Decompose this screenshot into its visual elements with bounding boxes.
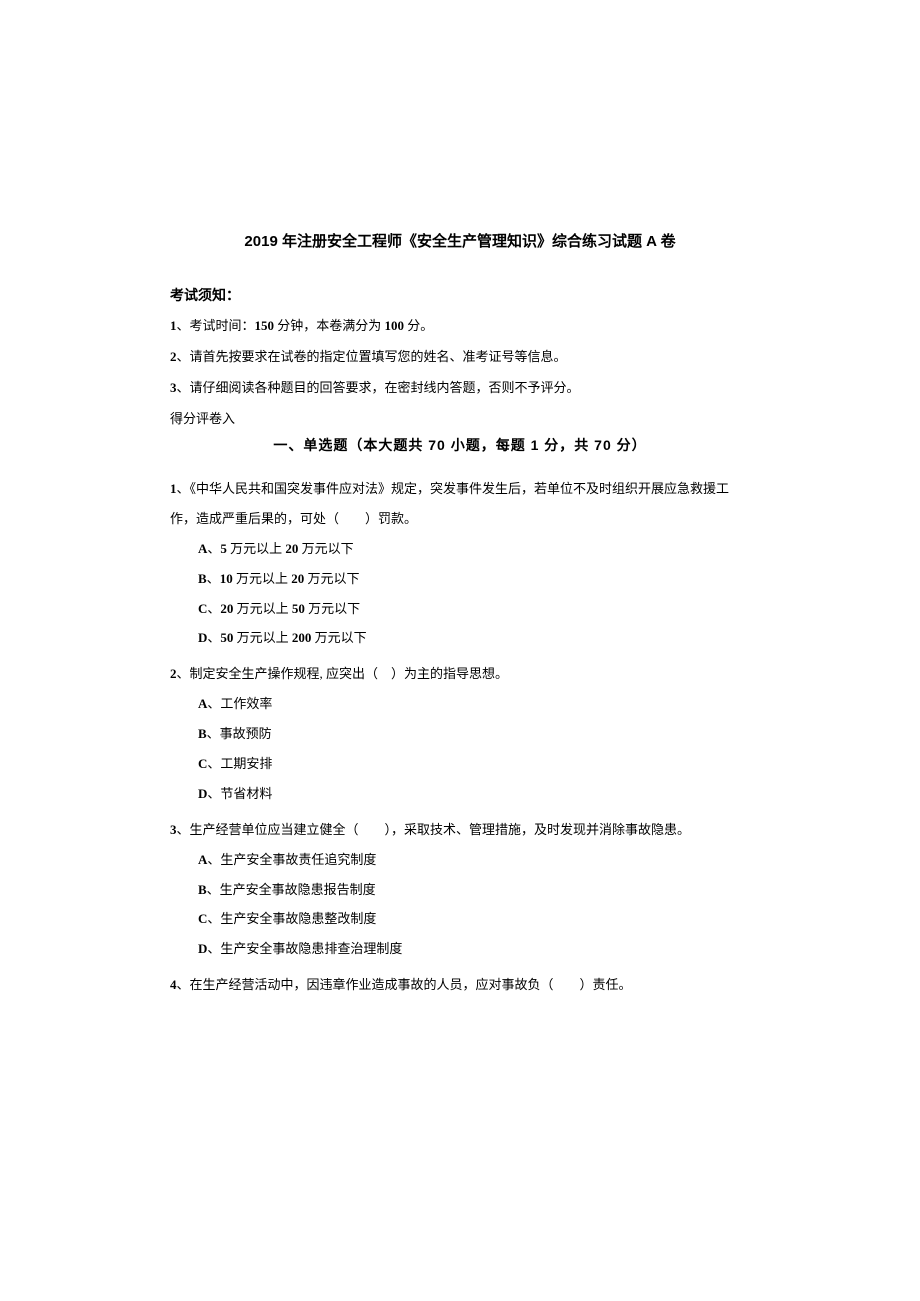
notice-rest2: 分。 xyxy=(404,318,433,333)
option-bold: 50 xyxy=(220,630,233,645)
option-rest: 万元以上 xyxy=(233,601,292,616)
notice-item-2: 2、请首先按要求在试卷的指定位置填写您的姓名、准考证号等信息。 xyxy=(170,347,750,368)
question-text: 3、生产经营单位应当建立健全（ ），采取技术、管理措施，及时发现并消除事故隐患。 xyxy=(170,815,750,845)
option-letter: B xyxy=(198,726,207,741)
question-body: 、在生产经营活动中，因违章作业造成事故的人员，应对事故负（ ）责任。 xyxy=(177,977,632,992)
question-text: 1、《中华人民共和国突发事件应对法》规定，突发事件发生后，若单位不及时组织开展应… xyxy=(170,474,750,534)
option-letter: B xyxy=(198,882,207,897)
option-text: 、工期安排 xyxy=(207,756,272,771)
question-3: 3、生产经营单位应当建立健全（ ），采取技术、管理措施，及时发现并消除事故隐患。… xyxy=(170,815,750,964)
question-text: 4、在生产经营活动中，因违章作业造成事故的人员，应对事故负（ ）责任。 xyxy=(170,970,750,1000)
option-b: B、事故预防 xyxy=(170,719,750,749)
option-sep: 、 xyxy=(207,601,220,616)
option-rest2: 万元以下 xyxy=(298,541,353,556)
option-b: B、生产安全事故隐患报告制度 xyxy=(170,875,750,905)
notice-bold: 150 xyxy=(255,318,275,333)
option-d: D、节省材料 xyxy=(170,779,750,809)
option-letter: B xyxy=(198,571,207,586)
option-a: A、工作效率 xyxy=(170,689,750,719)
option-bold2: 20 xyxy=(285,541,298,556)
option-d: D、50 万元以上 200 万元以下 xyxy=(170,623,750,653)
option-sep: 、 xyxy=(207,541,220,556)
notice-text: 、请首先按要求在试卷的指定位置填写您的姓名、准考证号等信息。 xyxy=(177,349,567,364)
option-text: 、工作效率 xyxy=(207,696,272,711)
notice-item-1: 1、考试时间：150 分钟，本卷满分为 100 分。 xyxy=(170,316,750,337)
option-letter: A xyxy=(198,541,207,556)
option-bold2: 200 xyxy=(292,630,312,645)
notice-rest: 分钟，本卷满分为 xyxy=(274,318,385,333)
option-d: D、生产安全事故隐患排查治理制度 xyxy=(170,934,750,964)
option-text: 、节省材料 xyxy=(207,786,272,801)
option-b: B、10 万元以上 20 万元以下 xyxy=(170,564,750,594)
score-line: 得分评卷入 xyxy=(170,409,750,430)
option-rest: 万元以上 xyxy=(233,571,292,586)
option-letter: A xyxy=(198,696,207,711)
notice-header: 考试须知： xyxy=(170,284,750,306)
option-letter: D xyxy=(198,941,207,956)
option-bold: 10 xyxy=(220,571,233,586)
option-letter: C xyxy=(198,601,207,616)
option-letter: A xyxy=(198,852,207,867)
question-4: 4、在生产经营活动中，因违章作业造成事故的人员，应对事故负（ ）责任。 xyxy=(170,970,750,1000)
option-bold2: 20 xyxy=(291,571,304,586)
option-letter: C xyxy=(198,911,207,926)
notice-bold2: 100 xyxy=(385,318,405,333)
option-bold2: 50 xyxy=(292,601,305,616)
option-a: A、5 万元以上 20 万元以下 xyxy=(170,534,750,564)
option-rest2: 万元以下 xyxy=(311,630,366,645)
option-rest: 万元以上 xyxy=(233,630,292,645)
option-a: A、生产安全事故责任追究制度 xyxy=(170,845,750,875)
question-text: 2、制定安全生产操作规程, 应突出（ ）为主的指导思想。 xyxy=(170,659,750,689)
option-text: 、生产安全事故责任追究制度 xyxy=(207,852,376,867)
option-sep: 、 xyxy=(207,630,220,645)
option-letter: C xyxy=(198,756,207,771)
option-text: 、生产安全事故隐患报告制度 xyxy=(207,882,376,897)
option-sep: 、 xyxy=(207,571,220,586)
question-2: 2、制定安全生产操作规程, 应突出（ ）为主的指导思想。 A、工作效率 B、事故… xyxy=(170,659,750,808)
document-title: 2019 年注册安全工程师《安全生产管理知识》综合练习试题 A 卷 xyxy=(170,230,750,254)
notice-text: 、考试时间： xyxy=(177,318,255,333)
option-rest: 万元以上 xyxy=(227,541,286,556)
option-text: 、事故预防 xyxy=(207,726,272,741)
option-letter: D xyxy=(198,786,207,801)
option-letter: D xyxy=(198,630,207,645)
question-body: 、制定安全生产操作规程, 应突出（ ）为主的指导思想。 xyxy=(177,666,509,681)
option-c: C、生产安全事故隐患整改制度 xyxy=(170,904,750,934)
option-text: 、生产安全事故隐患排查治理制度 xyxy=(207,941,402,956)
question-body: 、《中华人民共和国突发事件应对法》规定，突发事件发生后，若单位不及时组织开展应急… xyxy=(170,481,729,526)
notice-text: 、请仔细阅读各种题目的回答要求，在密封线内答题，否则不予评分。 xyxy=(177,380,580,395)
option-bold: 20 xyxy=(220,601,233,616)
option-rest2: 万元以下 xyxy=(304,571,359,586)
option-rest2: 万元以下 xyxy=(305,601,360,616)
question-body: 、生产经营单位应当建立健全（ ），采取技术、管理措施，及时发现并消除事故隐患。 xyxy=(177,822,691,837)
question-1: 1、《中华人民共和国突发事件应对法》规定，突发事件发生后，若单位不及时组织开展应… xyxy=(170,474,750,653)
section-title: 一、单选题（本大题共 70 小题，每题 1 分，共 70 分） xyxy=(170,434,750,456)
option-text: 、生产安全事故隐患整改制度 xyxy=(207,911,376,926)
notice-item-3: 3、请仔细阅读各种题目的回答要求，在密封线内答题，否则不予评分。 xyxy=(170,378,750,399)
option-c: C、工期安排 xyxy=(170,749,750,779)
option-c: C、20 万元以上 50 万元以下 xyxy=(170,594,750,624)
